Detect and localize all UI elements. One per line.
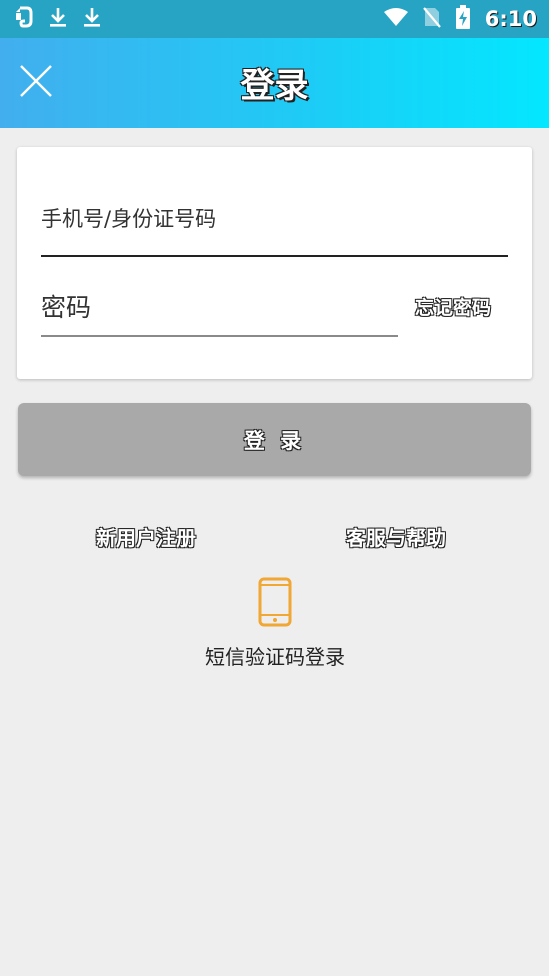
download-icon bbox=[82, 6, 102, 32]
register-link[interactable]: 新用户注册 bbox=[96, 522, 196, 551]
status-bar-right: 6:10 bbox=[383, 5, 537, 33]
wifi-icon bbox=[383, 7, 409, 31]
login-button[interactable]: 登 录 bbox=[18, 403, 531, 476]
status-time: 6:10 bbox=[484, 7, 537, 31]
password-field-container bbox=[41, 293, 398, 337]
mobile-phone-icon bbox=[258, 577, 292, 627]
download-icon bbox=[48, 6, 68, 32]
evernote-icon bbox=[14, 6, 34, 32]
login-form-card: 忘记密码 bbox=[17, 147, 532, 379]
status-bar: 6:10 bbox=[0, 0, 549, 38]
sms-login-label: 短信验证码登录 bbox=[205, 645, 345, 669]
help-link[interactable]: 客服与帮助 bbox=[346, 522, 446, 551]
phone-field-container bbox=[41, 207, 508, 257]
page-title: 登录 bbox=[240, 66, 309, 106]
no-sim-icon bbox=[422, 6, 441, 32]
forgot-password-link[interactable]: 忘记密码 bbox=[415, 293, 491, 320]
battery-charging-icon bbox=[455, 5, 471, 33]
phone-input[interactable] bbox=[41, 207, 508, 231]
status-bar-left bbox=[14, 6, 102, 32]
sms-login-button[interactable]: 短信验证码登录 bbox=[175, 577, 375, 672]
header: 登录 bbox=[0, 38, 549, 128]
password-input[interactable] bbox=[41, 293, 398, 322]
